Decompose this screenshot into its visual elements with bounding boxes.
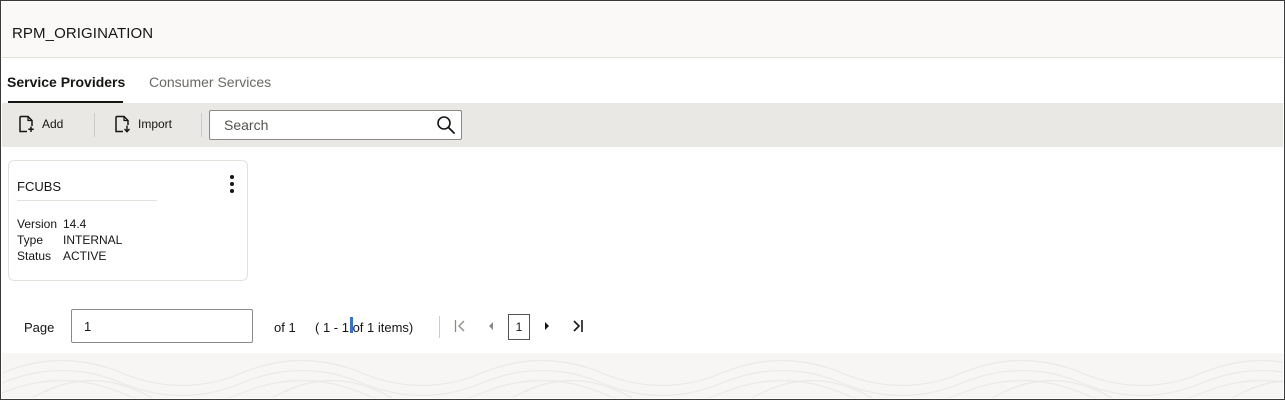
service-provider-card[interactable]: FCUBS Version 14.4 Type INTERNAL Status … (8, 160, 248, 281)
field-key: Version (17, 217, 58, 231)
next-page-icon[interactable] (542, 318, 552, 334)
add-document-icon (19, 115, 34, 133)
import-button[interactable]: Import (114, 111, 172, 137)
card-field-version: Version 14.4 (17, 217, 86, 231)
previous-page-icon[interactable] (486, 318, 496, 334)
toolbar: Add Import (2, 103, 1283, 147)
card-field-status: Status ACTIVE (17, 249, 106, 263)
page-label: Page (24, 320, 55, 335)
card-field-type: Type INTERNAL (17, 233, 122, 247)
page-button-1[interactable]: 1 (508, 314, 530, 340)
import-button-label: Import (138, 117, 173, 131)
first-page-icon[interactable] (454, 318, 466, 334)
last-page-icon[interactable] (572, 318, 584, 334)
add-button-label: Add (42, 117, 64, 131)
title-bar: RPM_ORIGINATION (2, 2, 1283, 58)
import-document-icon (115, 115, 131, 133)
page-number-input[interactable] (72, 310, 252, 342)
vertical-ellipsis-icon[interactable] (227, 173, 237, 199)
field-key: Status (17, 249, 52, 263)
page-title: RPM_ORIGINATION (12, 25, 154, 42)
wave-pattern-decoration (2, 359, 1283, 398)
card-divider (17, 200, 157, 201)
text-cursor (350, 317, 353, 333)
field-key: Type (17, 233, 44, 247)
toolbar-divider (94, 113, 95, 137)
field-value: INTERNAL (63, 233, 123, 247)
tab-consumer-services[interactable]: Consumer Services (149, 74, 271, 90)
app-window: RPM_ORIGINATION Service Providers Consum… (0, 0, 1285, 400)
tab-bar: Service Providers Consumer Services (2, 59, 1283, 103)
card-title: FCUBS (17, 179, 62, 194)
search-field (209, 110, 462, 140)
search-icon[interactable] (436, 115, 456, 135)
page-number-field (71, 309, 253, 343)
field-value: 14.4 (63, 217, 87, 231)
tab-service-providers[interactable]: Service Providers (7, 74, 125, 90)
toolbar-divider (201, 113, 202, 137)
pagination-bar: Page of 1 ( 1 - 1 of 1 items) 1 (2, 301, 1283, 353)
item-range-text: ( 1 - 1 of 1 items) (315, 320, 414, 335)
page-count-text: of 1 (274, 320, 296, 335)
field-value: ACTIVE (63, 249, 107, 263)
footer-background (2, 353, 1283, 398)
search-input[interactable] (210, 111, 430, 139)
pager-divider (439, 316, 440, 338)
add-button[interactable]: Add (18, 111, 63, 137)
